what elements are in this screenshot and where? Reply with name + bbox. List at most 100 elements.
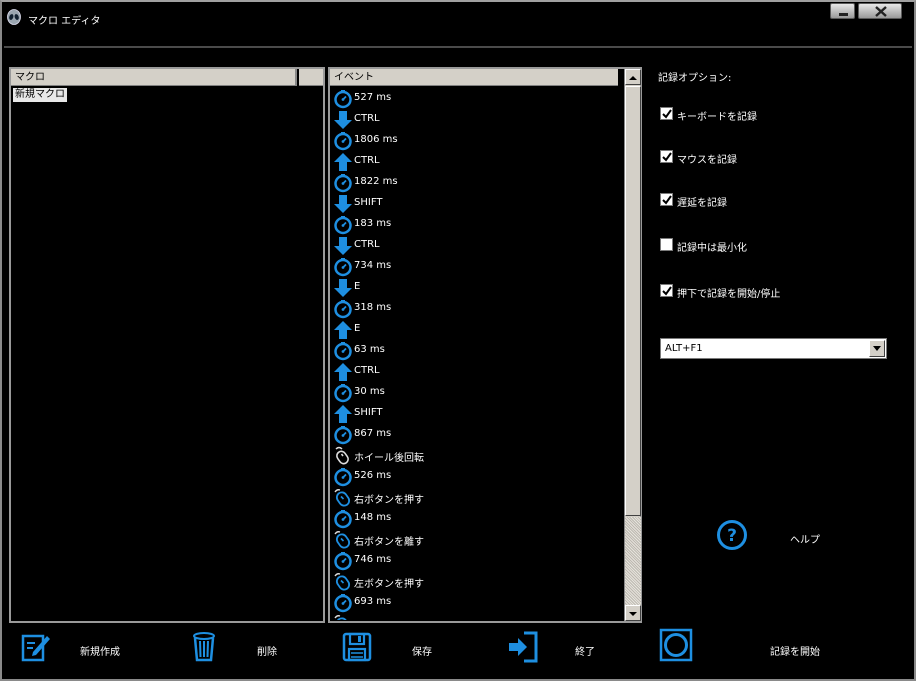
key-up-icon xyxy=(333,362,353,382)
event-list-item[interactable]: ホイール後回転 xyxy=(330,445,622,466)
help-label[interactable]: ヘルプ xyxy=(790,531,820,546)
key-up-icon xyxy=(333,320,353,340)
key-down-icon xyxy=(333,236,353,256)
event-list-item[interactable]: 右ボタンを押す xyxy=(330,487,622,508)
event-list-item[interactable]: CTRL xyxy=(330,109,622,130)
record-options-title: 記録オプション: xyxy=(658,73,732,84)
event-list-item[interactable]: 867 ms xyxy=(330,424,622,445)
scroll-thumb[interactable] xyxy=(625,86,641,516)
event-list-item[interactable]: 526 ms xyxy=(330,466,622,487)
checkmark-icon xyxy=(662,195,672,205)
hotkey-value: ALT+F1 xyxy=(665,343,703,354)
timer-icon xyxy=(333,341,353,361)
option-label: 遅延を記録 xyxy=(677,198,727,209)
event-text: 1806 ms xyxy=(354,134,398,145)
event-list-item[interactable]: 1806 ms xyxy=(330,130,622,151)
option-label: 押下で記録を開始/停止 xyxy=(677,289,781,300)
checkbox[interactable] xyxy=(660,107,673,120)
event-column-header[interactable]: イベント xyxy=(330,69,618,86)
save-button[interactable]: 保存 xyxy=(412,643,432,658)
event-text: E xyxy=(354,281,361,292)
event-text: ホイール後回転 xyxy=(354,453,424,464)
event-text: 318 ms xyxy=(354,302,392,313)
event-text: SHIFT xyxy=(354,197,383,208)
event-list-item[interactable]: 734 ms xyxy=(330,256,622,277)
timer-icon xyxy=(333,257,353,277)
event-text: 183 ms xyxy=(354,218,392,229)
save-icon[interactable] xyxy=(340,630,374,664)
key-down-icon xyxy=(333,110,353,130)
timer-icon xyxy=(333,551,353,571)
scroll-down-button[interactable] xyxy=(625,605,641,621)
macro-column-header[interactable]: マクロ xyxy=(11,69,297,86)
new-macro-button[interactable]: 新規作成 xyxy=(80,643,120,658)
event-text: 左ボタンを押す xyxy=(354,579,424,590)
minimize-button[interactable] xyxy=(830,3,855,19)
checkbox[interactable] xyxy=(660,150,673,163)
event-text: 527 ms xyxy=(354,92,392,103)
event-list-item[interactable]: 318 ms xyxy=(330,298,622,319)
event-list-item[interactable]: 746 ms xyxy=(330,550,622,571)
event-scrollbar[interactable] xyxy=(624,69,641,621)
event-list-item[interactable]: 左ボタンを押す xyxy=(330,571,622,592)
header-divider xyxy=(4,46,912,48)
event-text: CTRL xyxy=(354,113,380,124)
scroll-up-button[interactable] xyxy=(625,69,641,85)
minimize-icon xyxy=(839,13,848,16)
event-text: 148 ms xyxy=(354,512,392,523)
dropdown-button[interactable] xyxy=(869,340,885,357)
checkbox[interactable] xyxy=(660,284,673,297)
macro-column-header-filler xyxy=(299,69,323,86)
arrow-down-icon xyxy=(629,612,637,616)
close-button[interactable] xyxy=(858,3,902,19)
checkmark-icon xyxy=(662,152,672,162)
event-list-item[interactable]: SHIFT xyxy=(330,193,622,214)
hotkey-select[interactable]: ALT+F1 xyxy=(660,338,887,359)
exit-icon[interactable] xyxy=(506,630,540,664)
mouse-click-icon xyxy=(333,530,353,550)
start-recording-button[interactable]: 記録を開始 xyxy=(770,643,820,658)
event-list-item[interactable]: 右ボタンを離す xyxy=(330,529,622,550)
record-icon[interactable] xyxy=(659,628,693,662)
event-text: 867 ms xyxy=(354,428,392,439)
event-list-item[interactable]: 1822 ms xyxy=(330,172,622,193)
checkbox[interactable] xyxy=(660,193,673,206)
event-list-item[interactable]: 183 ms xyxy=(330,214,622,235)
event-text: 63 ms xyxy=(354,344,385,355)
timer-icon xyxy=(333,593,353,613)
event-list-item[interactable]: 63 ms xyxy=(330,340,622,361)
event-text: 526 ms xyxy=(354,470,392,481)
macro-list-panel: マクロ 新規マクロ xyxy=(9,67,325,623)
event-list-item[interactable]: 527 ms xyxy=(330,88,622,109)
svg-text:?: ? xyxy=(727,526,737,546)
event-list-item[interactable]: 30 ms xyxy=(330,382,622,403)
macro-list-item[interactable]: 新規マクロ xyxy=(13,88,67,102)
help-icon[interactable]: ? xyxy=(716,519,748,551)
event-list-item[interactable]: 148 ms xyxy=(330,508,622,529)
event-text: CTRL xyxy=(354,239,380,250)
alien-head-icon xyxy=(7,9,21,25)
option-label: 記録中は最小化 xyxy=(677,243,747,254)
exit-button[interactable]: 終了 xyxy=(575,643,595,658)
scroll-track[interactable] xyxy=(625,517,641,605)
mouse-click-icon xyxy=(333,572,353,592)
event-list-item[interactable]: CTRL xyxy=(330,235,622,256)
new-macro-icon[interactable] xyxy=(19,630,53,664)
checkbox[interactable] xyxy=(660,238,673,251)
event-list-item[interactable]: 左ボタンを離す xyxy=(330,613,622,620)
delete-button[interactable]: 削除 xyxy=(257,643,277,658)
event-list[interactable]: 527 ms CTRL 1806 ms CTRL 1822 ms SHIFT 183 ms C… xyxy=(330,88,622,620)
timer-icon xyxy=(333,467,353,487)
timer-icon xyxy=(333,215,353,235)
timer-icon xyxy=(333,89,353,109)
mouse-click-icon xyxy=(333,614,353,620)
event-list-panel: イベント 527 ms CTRL 1806 ms CTRL 1822 ms SHIFT 18… xyxy=(328,67,642,623)
event-text: SHIFT xyxy=(354,407,383,418)
event-list-item[interactable]: CTRL xyxy=(330,151,622,172)
event-list-item[interactable]: SHIFT xyxy=(330,403,622,424)
event-list-item[interactable]: 693 ms xyxy=(330,592,622,613)
trash-icon[interactable] xyxy=(187,630,221,664)
event-list-item[interactable]: CTRL xyxy=(330,361,622,382)
event-list-item[interactable]: E xyxy=(330,277,622,298)
event-list-item[interactable]: E xyxy=(330,319,622,340)
